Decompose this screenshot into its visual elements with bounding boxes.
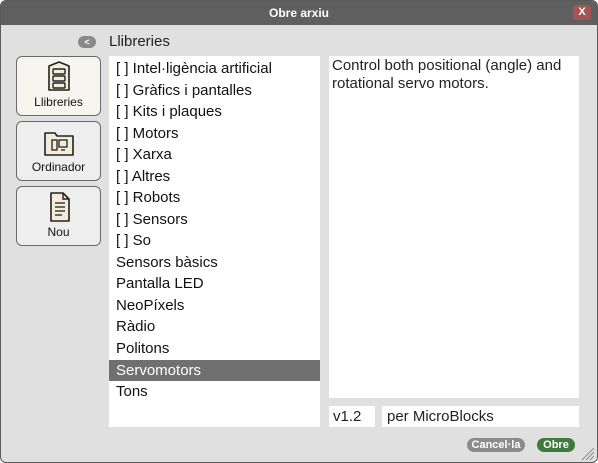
list-item[interactable]: [ ] Kits i plaques <box>109 101 320 122</box>
sidebar-button-label: Ordinador <box>31 160 86 174</box>
list-item[interactable]: [ ] So <box>109 230 320 251</box>
list-item[interactable]: Politons <box>109 338 320 359</box>
title-bar[interactable]: Obre arxiu X <box>1 1 597 25</box>
list-item[interactable]: [ ] Xarxa <box>109 144 320 165</box>
list-item[interactable]: [ ] Motors <box>109 123 320 144</box>
list-item[interactable]: [ ] Sensors <box>109 209 320 230</box>
open-file-dialog: Obre arxiu X < Llibreries Llibreries Ord… <box>0 0 598 463</box>
sidebar-button-computer[interactable]: Ordinador <box>16 121 101 181</box>
current-folder-label: Llibreries <box>109 33 170 50</box>
list-item[interactable]: [ ] Altres <box>109 166 320 187</box>
new-file-icon <box>50 192 70 222</box>
sidebar-button-label: Nou <box>47 225 70 239</box>
cancel-button[interactable]: Cancel·la <box>467 438 525 452</box>
resize-grip-icon[interactable] <box>579 445 595 461</box>
list-item[interactable]: [ ] Robots <box>109 187 320 208</box>
open-button[interactable]: Obre <box>537 438 575 452</box>
author-field: per MicroBlocks <box>382 406 579 427</box>
list-item[interactable]: Pantalla LED <box>109 273 320 294</box>
close-button[interactable]: X <box>573 5 591 20</box>
list-item-selected[interactable]: Servomotors <box>109 360 320 381</box>
sidebar-button-libraries[interactable]: Llibreries <box>16 56 101 116</box>
back-button[interactable]: < <box>78 36 96 48</box>
computer-folder-icon <box>44 132 74 156</box>
sidebar-button-new[interactable]: Nou <box>16 186 101 246</box>
sidebar-button-label: Llibreries <box>34 95 83 109</box>
list-item[interactable]: [ ] Gràfics i pantalles <box>109 80 320 101</box>
version-field: v1.2 <box>329 406 375 427</box>
description-text: Control both positional (angle) and rota… <box>332 57 562 92</box>
list-item[interactable]: [ ] Intel·ligència artificial <box>109 58 320 79</box>
dialog-title: Obre arxiu <box>268 6 330 20</box>
list-item[interactable]: Sensors bàsics <box>109 252 320 273</box>
list-item[interactable]: NeoPíxels <box>109 295 320 316</box>
library-icon <box>48 61 70 91</box>
description-panel: Control both positional (angle) and rota… <box>329 56 579 398</box>
list-item[interactable]: Tons <box>109 381 320 402</box>
file-list[interactable]: [ ] Intel·ligència artificial [ ] Gràfic… <box>109 56 320 427</box>
list-item[interactable]: Ràdio <box>109 316 320 337</box>
